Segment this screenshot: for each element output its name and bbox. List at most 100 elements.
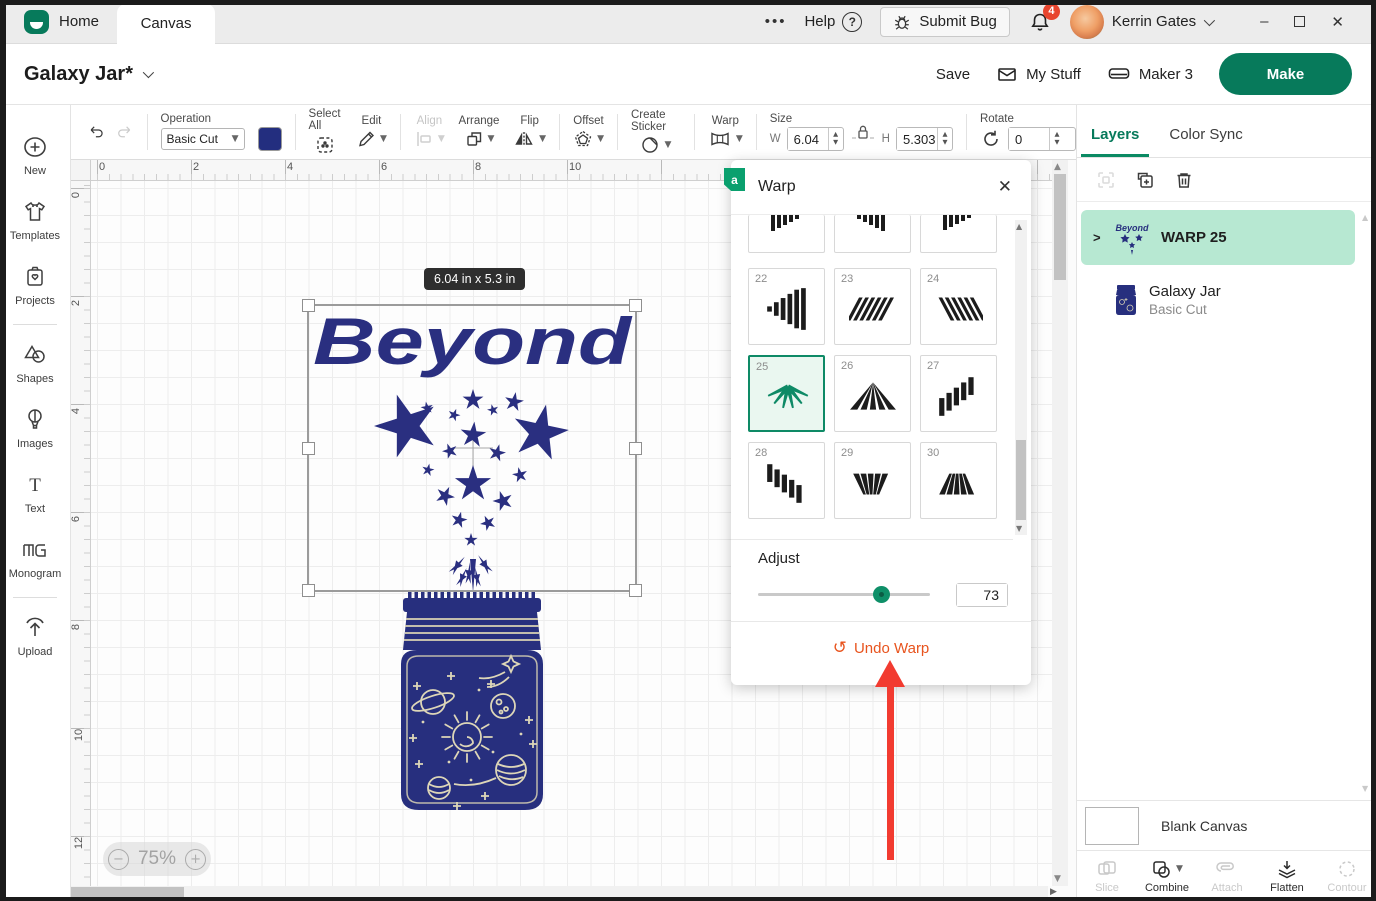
- notifications-button[interactable]: 4: [1028, 10, 1052, 34]
- sidebar-item-templates[interactable]: Templates: [0, 188, 70, 253]
- design-galaxy-jar[interactable]: [393, 592, 551, 814]
- horizontal-scrollbar-thumb[interactable]: [71, 887, 184, 899]
- width-stepper[interactable]: ▲▼: [828, 128, 843, 150]
- tab-color-sync[interactable]: Color Sync: [1169, 126, 1242, 157]
- canvas-area[interactable]: 0 2 4 6 8 10 0 2 4 6 8 10 12 Beyond: [71, 160, 1076, 901]
- duplicate-icon[interactable]: [1134, 169, 1156, 191]
- tab-layers[interactable]: Layers: [1091, 126, 1139, 157]
- rotate-stepper[interactable]: ▲▼: [1049, 128, 1064, 150]
- width-input[interactable]: [788, 128, 828, 150]
- sidebar-item-upload[interactable]: Upload: [0, 604, 70, 669]
- undo-button[interactable]: [87, 119, 105, 145]
- window-close-button[interactable]: ✕: [1331, 13, 1344, 31]
- edit-group[interactable]: Edit ▼: [356, 115, 387, 149]
- adjust-value-input[interactable]: [957, 584, 1007, 606]
- user-menu[interactable]: Kerrin Gates: [1070, 5, 1212, 39]
- divider: [731, 621, 1031, 622]
- edit-pencil-icon: [356, 129, 376, 149]
- combine-button[interactable]: ▼ Combine: [1137, 851, 1197, 901]
- zoom-in-button[interactable]: +: [185, 849, 206, 870]
- scroll-down-arrow-icon[interactable]: ▼: [1362, 784, 1368, 793]
- sidebar-item-images[interactable]: Images: [0, 396, 70, 461]
- flatten-button[interactable]: Flatten: [1257, 851, 1317, 901]
- sidebar-item-new[interactable]: New: [0, 123, 70, 188]
- warp-group[interactable]: Warp ▼: [708, 115, 743, 149]
- sidebar-item-text[interactable]: T Text: [0, 461, 70, 526]
- expand-chevron-icon[interactable]: >: [1093, 230, 1103, 245]
- selection-handle-w[interactable]: [302, 442, 315, 455]
- vertical-scrollbar-thumb[interactable]: [1054, 174, 1066, 280]
- selection-handle-ne[interactable]: [629, 299, 642, 312]
- layer-row-galaxy-jar[interactable]: > Galaxy Jar Basic Cut: [1081, 272, 1355, 327]
- selection-handle-se[interactable]: [629, 584, 642, 597]
- scroll-up-arrow-icon[interactable]: ▲: [1054, 162, 1061, 172]
- adjust-slider[interactable]: [758, 593, 930, 596]
- create-sticker-group[interactable]: Create Sticker ▼: [631, 109, 681, 155]
- layer-row-warp-25[interactable]: > Beyond WARP 25: [1081, 210, 1355, 265]
- tab-home[interactable]: Home: [0, 0, 117, 44]
- warp-tile-partial[interactable]: [748, 215, 825, 253]
- more-menu-icon[interactable]: •••: [765, 13, 787, 30]
- blank-canvas-row[interactable]: Blank Canvas: [1077, 800, 1376, 850]
- rotate-input[interactable]: [1009, 128, 1049, 150]
- warp-panel: a Warp ✕: [731, 160, 1031, 685]
- sidebar-item-projects[interactable]: Projects: [0, 253, 70, 318]
- zoom-out-button[interactable]: −: [108, 849, 129, 870]
- adjust-slider-knob[interactable]: [873, 586, 890, 603]
- scroll-down-arrow-icon[interactable]: ▼: [1054, 874, 1061, 884]
- scroll-right-arrow-icon[interactable]: ▶: [1050, 887, 1057, 897]
- warp-tile-partial[interactable]: [834, 215, 911, 253]
- warp-tile-22[interactable]: 22: [748, 268, 825, 345]
- layer-operation: Basic Cut: [1149, 302, 1221, 317]
- submit-bug-button[interactable]: Submit Bug: [880, 7, 1010, 37]
- lock-icon[interactable]: [850, 122, 876, 144]
- rotate-icon[interactable]: [980, 128, 1002, 150]
- warp-tile-24[interactable]: 24: [920, 268, 997, 345]
- undo-warp-label: Undo Warp: [854, 640, 929, 657]
- tab-canvas[interactable]: Canvas: [117, 4, 215, 44]
- warp-tile-26[interactable]: 26: [834, 355, 911, 432]
- window-maximize-button[interactable]: [1294, 16, 1305, 27]
- selection-handle-sw[interactable]: [302, 584, 315, 597]
- color-swatch[interactable]: [258, 127, 282, 151]
- warp-grid-scrollbar[interactable]: ▲ ▼: [1015, 220, 1027, 535]
- selection-handle-e[interactable]: [629, 442, 642, 455]
- warp-tile-partial[interactable]: [920, 215, 997, 253]
- flip-group[interactable]: Flip ▼: [513, 115, 546, 149]
- arrange-group[interactable]: Arrange ▼: [459, 115, 500, 149]
- make-button[interactable]: Make: [1219, 53, 1352, 95]
- undo-warp-button[interactable]: ↺ Undo Warp: [731, 638, 1031, 658]
- help-button[interactable]: Help ?: [804, 12, 862, 32]
- horizontal-scrollbar[interactable]: [71, 886, 1048, 900]
- trash-icon[interactable]: [1173, 169, 1195, 191]
- redo-button[interactable]: [116, 119, 134, 145]
- save-button[interactable]: Save: [936, 66, 970, 83]
- close-icon[interactable]: ✕: [998, 177, 1012, 197]
- selection-handle-nw[interactable]: [302, 299, 315, 312]
- warp-tile-27[interactable]: 27: [920, 355, 997, 432]
- sidebar-item-monogram[interactable]: Monogram: [0, 526, 70, 591]
- blank-canvas-swatch[interactable]: [1085, 807, 1139, 845]
- selection-box[interactable]: [307, 304, 637, 592]
- height-stepper[interactable]: ▲▼: [937, 128, 952, 150]
- warp-tile-25-selected[interactable]: 25: [748, 355, 825, 432]
- my-stuff-button[interactable]: My Stuff: [996, 64, 1081, 84]
- scroll-up-arrow-icon[interactable]: ▲: [1016, 222, 1022, 231]
- warp-tile-28[interactable]: 28: [748, 442, 825, 519]
- warp-grid-scrollbar-thumb[interactable]: [1016, 440, 1026, 520]
- vertical-scrollbar[interactable]: ▲ ▼: [1052, 160, 1068, 886]
- select-all-group[interactable]: Select All: [309, 108, 341, 156]
- height-input[interactable]: [897, 128, 937, 150]
- scroll-down-arrow-icon[interactable]: ▼: [1016, 524, 1022, 533]
- window-minimize-button[interactable]: –: [1260, 13, 1268, 30]
- offset-group[interactable]: Offset ▼: [573, 115, 604, 149]
- operation-select[interactable]: Basic Cut ▼: [161, 128, 245, 150]
- warp-tile-30[interactable]: 30: [920, 442, 997, 519]
- warp-tile-29[interactable]: 29: [834, 442, 911, 519]
- project-title-menu[interactable]: Galaxy Jar*: [0, 63, 151, 86]
- warp-tile-23[interactable]: 23: [834, 268, 911, 345]
- machine-select[interactable]: Maker 3: [1107, 64, 1193, 84]
- sidebar-item-shapes[interactable]: Shapes: [0, 331, 70, 396]
- scroll-up-arrow-icon[interactable]: ▲: [1362, 213, 1368, 222]
- layers-scrollbar[interactable]: ▲ ▼: [1361, 213, 1373, 793]
